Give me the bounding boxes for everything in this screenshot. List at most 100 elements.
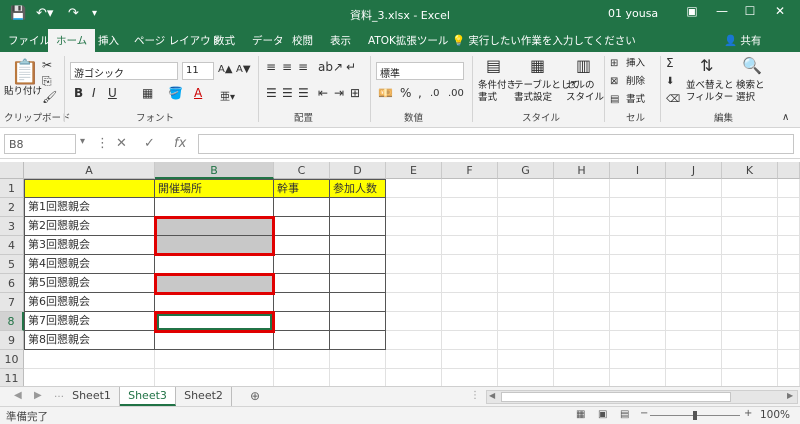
empty-cell[interactable] [778,179,800,198]
empty-cell[interactable] [442,179,498,198]
empty-cell[interactable] [722,236,778,255]
tab-view[interactable]: 表示 [330,33,351,48]
sheet-tab-sheet3[interactable]: Sheet3 [120,387,176,406]
cell-a5[interactable]: 第4回懇親会 [24,255,155,274]
orientation-icon[interactable]: ab↗ [318,60,343,74]
empty-cell[interactable] [442,198,498,217]
cell-b4[interactable] [155,236,274,255]
tab-review[interactable]: 校閲 [292,33,313,48]
zoom-in-button[interactable]: + [744,408,752,419]
empty-cell[interactable] [386,198,442,217]
bold-button[interactable]: B [74,86,83,100]
column-header-d[interactable]: D [330,162,386,179]
cell-a7[interactable]: 第6回懇親会 [24,293,155,312]
empty-cell[interactable] [778,312,800,331]
empty-cell[interactable] [386,312,442,331]
empty-cell[interactable] [498,255,554,274]
delete-cells-button[interactable]: 削除 [626,76,645,88]
currency-icon[interactable]: 💴 [378,86,393,100]
paste-label[interactable]: 貼り付け [4,86,42,98]
cell-b2[interactable] [155,198,274,217]
cell-a8[interactable]: 第7回懇親会 [24,312,155,331]
empty-cell[interactable] [610,255,666,274]
font-name-select[interactable]: 游ゴシック [70,62,178,80]
empty-cell[interactable] [666,217,722,236]
tab-atok[interactable]: ATOK拡張ツール [368,33,448,48]
cell-c5[interactable] [274,255,330,274]
empty-cell[interactable] [722,179,778,198]
sort-filter-icon[interactable]: ⇅ [700,56,713,75]
empty-cell[interactable] [498,198,554,217]
empty-cell[interactable] [554,350,610,369]
empty-cell[interactable] [498,312,554,331]
clear-icon[interactable]: ⌫ [666,94,680,105]
empty-cell[interactable] [666,255,722,274]
format-cells-icon[interactable]: ▤ [610,94,619,105]
empty-cell[interactable] [554,312,610,331]
empty-cell[interactable] [554,331,610,350]
cell-b7[interactable] [155,293,274,312]
underline-button[interactable]: U [108,86,117,100]
tab-home[interactable]: ホーム [48,29,96,52]
column-header-j[interactable]: J [666,162,722,179]
empty-cell[interactable] [610,217,666,236]
increase-indent-icon[interactable]: ⇥ [334,86,344,100]
empty-cell[interactable] [610,236,666,255]
empty-cell[interactable] [722,350,778,369]
cell-styles-button[interactable]: セルの スタイル [566,80,604,104]
column-header-e[interactable]: E [386,162,442,179]
empty-cell[interactable] [778,255,800,274]
scroll-tabs-right-icon[interactable]: ▶ [34,390,42,401]
percent-button[interactable]: % [400,86,411,100]
comma-button[interactable]: , [418,86,422,100]
empty-cell[interactable] [498,179,554,198]
format-painter-icon[interactable]: 🖌 [42,90,57,104]
empty-cell[interactable] [666,236,722,255]
empty-cell[interactable] [722,255,778,274]
zoom-level[interactable]: 100% [760,409,790,421]
empty-cell[interactable] [666,198,722,217]
cell-c6[interactable] [274,274,330,293]
tab-page-layout[interactable]: ページ レイアウト [134,33,221,48]
grow-font-icon[interactable]: A▲ [218,64,233,75]
scroll-right-icon[interactable]: ▶ [787,391,793,400]
empty-cell[interactable] [554,255,610,274]
column-header-l[interactable] [778,162,800,179]
empty-cell[interactable] [778,274,800,293]
more-tabs-icon[interactable]: … [54,389,64,400]
add-sheet-icon[interactable]: ⊕ [250,389,260,403]
cell-b5[interactable] [155,255,274,274]
align-bottom-icon[interactable]: ≡ [298,60,308,74]
tab-file[interactable]: ファイル [8,33,50,48]
empty-cell[interactable] [666,312,722,331]
empty-cell[interactable] [554,293,610,312]
cell-c9[interactable] [274,331,330,350]
empty-cell[interactable] [666,274,722,293]
empty-cell[interactable] [554,274,610,293]
normal-view-icon[interactable]: ▦ [576,409,585,420]
empty-cell[interactable] [666,179,722,198]
empty-cell[interactable] [498,236,554,255]
scrollbar-thumb[interactable] [501,392,731,402]
cell-c2[interactable] [274,198,330,217]
cell-b1[interactable]: 開催場所 [155,179,274,198]
font-size-select[interactable]: 11 [182,62,214,80]
cell-c4[interactable] [274,236,330,255]
cell-a6[interactable]: 第5回懇親会 [24,274,155,293]
conditional-format-icon[interactable]: ▤ [486,56,501,75]
align-top-icon[interactable]: ≡ [266,60,276,74]
empty-cell[interactable] [778,217,800,236]
cell-d4[interactable] [330,236,386,255]
cell-a3[interactable]: 第2回懇親会 [24,217,155,236]
cell-b9[interactable] [155,331,274,350]
empty-cell[interactable] [24,350,155,369]
shrink-font-icon[interactable]: A▼ [236,64,251,75]
empty-cell[interactable] [386,331,442,350]
empty-cell[interactable] [610,331,666,350]
row-header-3[interactable]: 3 [0,217,24,236]
formula-input[interactable] [198,134,794,154]
empty-cell[interactable] [498,331,554,350]
empty-cell[interactable] [610,350,666,369]
empty-cell[interactable] [722,293,778,312]
align-center-icon[interactable]: ☰ [282,86,293,100]
